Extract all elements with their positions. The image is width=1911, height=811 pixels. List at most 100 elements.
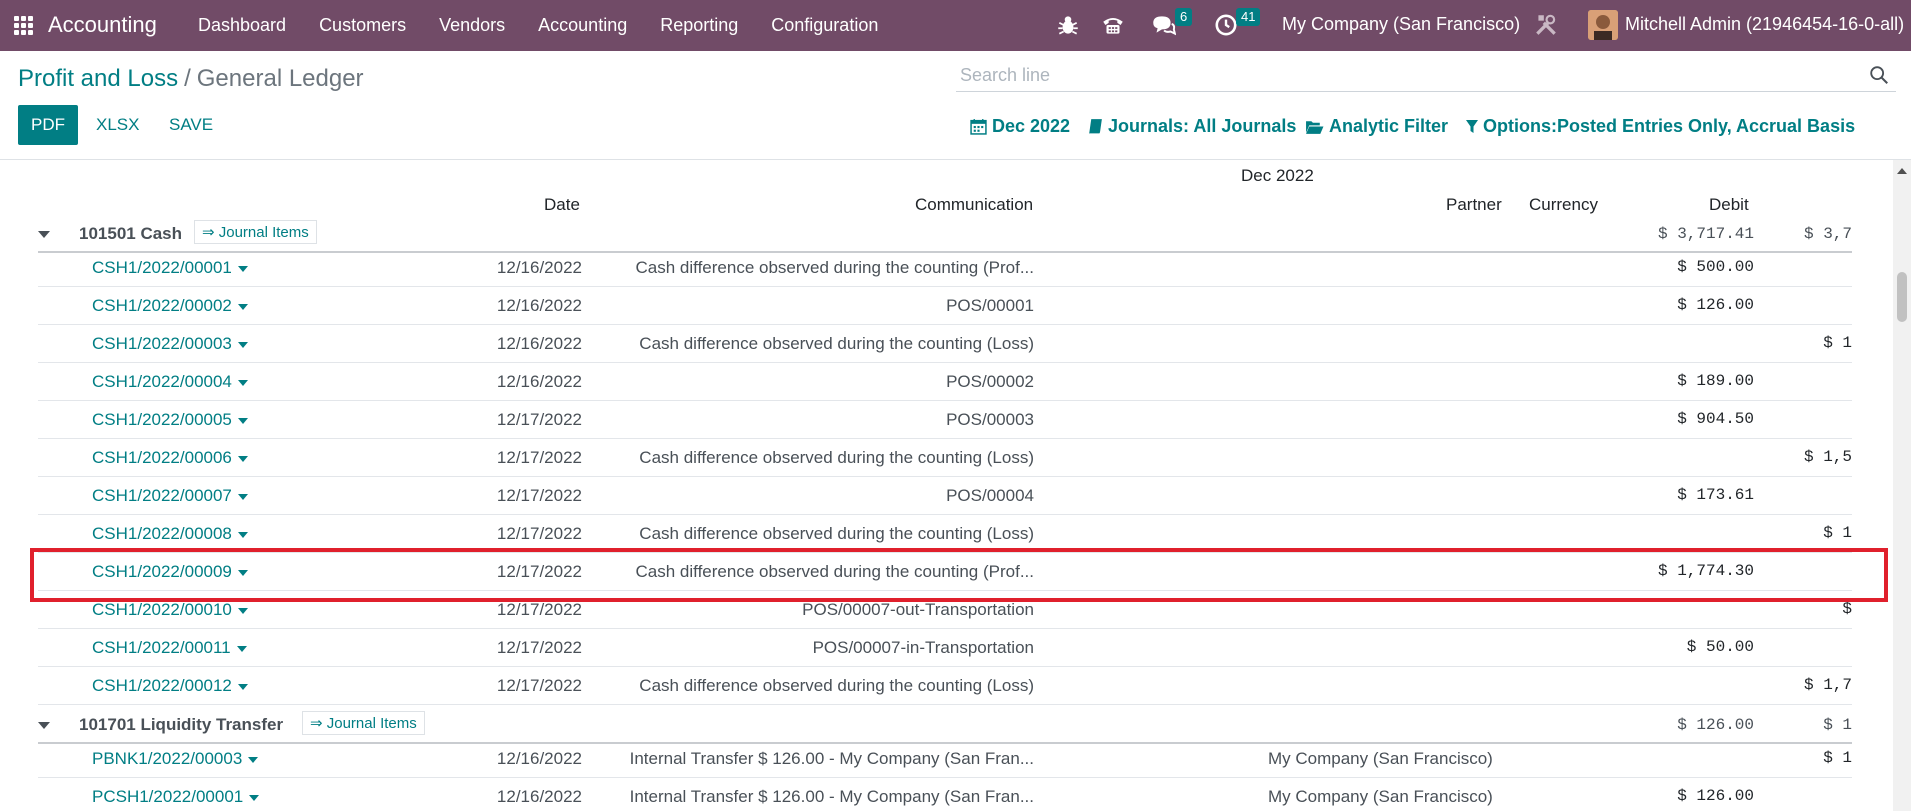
user-menu[interactable]: Mitchell Admin (21946454-16-0-all) [1625,14,1904,35]
dropdown-caret-icon [237,531,248,538]
account-debit: $ 3,717.41 [1657,225,1754,243]
dropdown-caret-icon [237,569,248,576]
column-header-communication[interactable]: Communication [915,195,1033,215]
journals-filter[interactable]: Journals: All Journals [1088,116,1296,137]
chat-icon[interactable] [1150,12,1176,38]
book-icon [1089,119,1102,135]
line-debit: $ 173.61 [1677,486,1754,504]
menu-dashboard[interactable]: Dashboard [198,15,286,36]
bug-icon[interactable] [1055,12,1081,38]
move-link[interactable]: CSH1/2022/00001 [92,258,248,278]
column-group-header: Dec 2022 [1241,166,1314,185]
move-link[interactable]: CSH1/2022/00005 [92,410,248,430]
line-communication: Cash difference observed during the coun… [639,676,1034,695]
move-link[interactable]: CSH1/2022/00012 [92,676,248,696]
menu-vendors[interactable]: Vendors [439,15,505,36]
company-switcher[interactable]: My Company (San Francisco) [1282,14,1520,35]
save-button[interactable]: SAVE [169,115,213,135]
journal-items-button[interactable]: ⇒ Journal Items [194,220,317,244]
collapse-caret-icon[interactable] [38,231,50,238]
activities-badge: 41 [1236,8,1261,26]
line-communication: Internal Transfer $ 126.00 - My Company … [629,787,1034,806]
options-filter-label: Options:Posted Entries Only, Accrual Bas… [1483,116,1856,136]
line-date: 12/16/2022 [496,258,582,277]
messages-badge: 6 [1175,8,1193,26]
filter-icon [1466,119,1478,133]
line-date: 12/16/2022 [496,372,582,391]
line-communication: POS/00002 [946,372,1034,391]
move-link[interactable]: CSH1/2022/00006 [92,448,248,468]
line-date: 12/16/2022 [496,749,582,768]
menu-customers[interactable]: Customers [319,15,406,36]
account-credit: $ 1 [1823,716,1852,734]
move-link[interactable]: CSH1/2022/00004 [92,372,248,392]
column-header-debit[interactable]: Debit [1709,195,1749,215]
breadcrumb-current: General Ledger [196,65,364,92]
date-filter[interactable]: Dec 2022 [970,116,1070,137]
account-row-liquidity-transfer[interactable]: 101701 Liquidity Transfer ⇒ Journal Item… [38,708,1852,744]
app-brand[interactable]: Accounting [48,12,157,38]
column-header-currency[interactable]: Currency [1529,195,1598,215]
move-link[interactable]: CSH1/2022/00002 [92,296,248,316]
dropdown-caret-icon [249,794,260,801]
move-link[interactable]: CSH1/2022/00008 [92,524,248,544]
line-date: 12/16/2022 [496,334,582,353]
table-row: CSH1/2022/00007 12/17/2022 POS/00004 $ 1… [38,477,1852,515]
menu-accounting[interactable]: Accounting [538,15,627,36]
report-scrollbar[interactable] [1893,160,1911,811]
pdf-button[interactable]: PDF [18,105,78,145]
line-credit: $ 1 [1823,524,1852,542]
line-communication: Cash difference observed during the coun… [639,524,1034,543]
scroll-thumb[interactable] [1897,272,1907,322]
journals-filter-label: Journals: All Journals [1108,116,1297,136]
line-debit: $ 189.00 [1677,372,1754,390]
table-row: CSH1/2022/00009 12/17/2022 Cash differen… [38,553,1852,591]
line-communication: Internal Transfer $ 126.00 - My Company … [629,749,1034,768]
column-header-partner[interactable]: Partner [1446,195,1502,215]
move-link[interactable]: CSH1/2022/00003 [92,334,248,354]
apps-menu-icon[interactable] [14,16,33,35]
column-header-date[interactable]: Date [544,195,580,215]
table-row: CSH1/2022/00011 12/17/2022 POS/00007-in-… [38,629,1852,667]
table-row: CSH1/2022/00001 12/16/2022 Cash differen… [38,249,1852,287]
line-communication: POS/00003 [946,410,1034,429]
debug-tools-icon[interactable] [1533,12,1559,38]
date-filter-label: Dec 2022 [992,116,1071,136]
line-communication: POS/00001 [946,296,1034,315]
search-icon[interactable] [1868,64,1890,86]
options-filter[interactable]: Options:Posted Entries Only, Accrual Bas… [1466,116,1855,137]
search-input[interactable] [956,60,1856,90]
dropdown-caret-icon [237,493,248,500]
move-link[interactable]: PBNK1/2022/00003 [92,749,259,769]
breadcrumb-parent[interactable]: Profit and Loss [18,65,178,92]
analytic-filter[interactable]: Analytic Filter [1305,116,1448,137]
journal-items-button[interactable]: ⇒ Journal Items [302,711,425,735]
account-row-cash[interactable]: 101501 Cash ⇒ Journal Items $ 3,717.41 $… [38,217,1852,253]
move-link[interactable]: CSH1/2022/00009 [92,562,248,582]
table-row: CSH1/2022/00003 12/16/2022 Cash differen… [38,325,1852,363]
table-row: CSH1/2022/00008 12/17/2022 Cash differen… [38,515,1852,553]
dropdown-caret-icon [237,341,248,348]
table-row: CSH1/2022/00005 12/17/2022 POS/00003 $ 9… [38,401,1852,439]
phone-icon[interactable] [1100,12,1126,38]
menu-configuration[interactable]: Configuration [771,15,878,36]
line-credit: $ [1842,600,1852,618]
scroll-up-arrow-icon[interactable] [1897,168,1907,174]
calendar-icon [970,119,987,135]
account-name: 101701 Liquidity Transfer [79,715,284,734]
dropdown-caret-icon [237,417,248,424]
move-link[interactable]: CSH1/2022/00007 [92,486,248,506]
collapse-caret-icon[interactable] [38,722,50,729]
move-link[interactable]: CSH1/2022/00011 [92,638,247,658]
main-menu: Dashboard Customers Vendors Accounting R… [198,0,911,51]
line-communication: Cash difference observed during the coun… [639,334,1034,353]
folder-open-icon [1306,120,1324,134]
line-debit: $ 1,774.30 [1657,562,1754,580]
move-link[interactable]: PCSH1/2022/00001 [92,787,260,807]
menu-reporting[interactable]: Reporting [660,15,738,36]
xlsx-button[interactable]: XLSX [96,115,139,135]
user-avatar[interactable] [1588,10,1618,40]
line-debit: $ 904.50 [1677,410,1754,428]
top-navbar: Accounting Dashboard Customers Vendors A… [0,0,1911,51]
move-link[interactable]: CSH1/2022/00010 [92,600,248,620]
